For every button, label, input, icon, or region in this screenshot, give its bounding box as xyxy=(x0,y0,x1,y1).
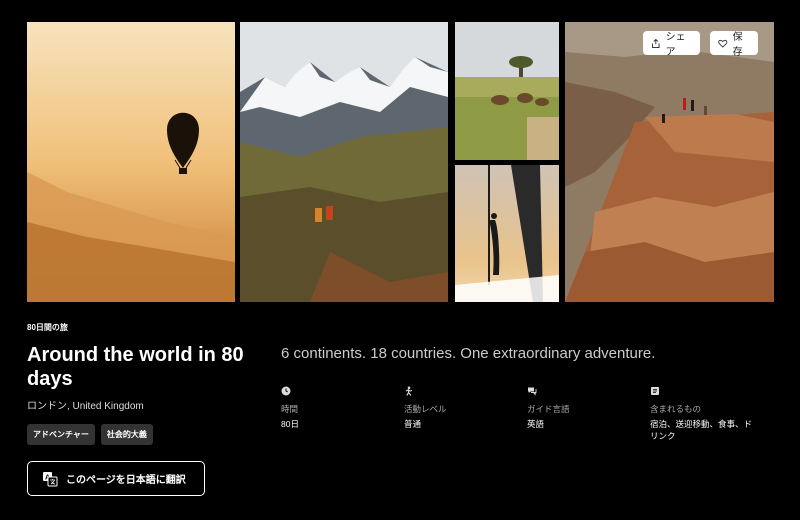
share-icon xyxy=(652,38,660,48)
tag-adventure: アドベンチャー xyxy=(27,424,95,445)
list-icon xyxy=(651,387,659,395)
detail-value: 普通 xyxy=(404,419,422,429)
canyon-image xyxy=(565,22,774,302)
detail-activity-level: 活動レベル 普通 xyxy=(404,386,527,442)
translate-icon: A xyxy=(43,471,58,486)
tag-list: アドベンチャー 社会的大義 xyxy=(27,424,267,445)
activity-icon xyxy=(405,386,413,396)
detail-guide-language: ガイド言語 英語 xyxy=(527,386,650,442)
detail-label: 時間 xyxy=(281,404,299,414)
tag-social-cause: 社会的大義 xyxy=(100,424,153,445)
heart-icon xyxy=(718,39,728,48)
save-button[interactable]: 保存 xyxy=(710,31,758,58)
photo-hot-air-balloon[interactable] xyxy=(27,22,235,302)
photo-sailing-boat[interactable] xyxy=(455,165,559,302)
detail-duration: 時間 80日 xyxy=(281,386,404,442)
detail-value: 宿泊、送迎移動、食事、ドリンク xyxy=(650,419,753,441)
safari-image xyxy=(455,22,559,160)
experience-headline: 6 continents. 18 countries. One extraord… xyxy=(281,345,656,362)
translate-label: このページを日本語に翻訳 xyxy=(66,475,186,486)
share-label: シェア xyxy=(665,32,686,58)
location-text: ロンドン, United Kingdom xyxy=(27,401,144,412)
photo-mountain-hikers[interactable] xyxy=(240,22,448,302)
detail-included: 含まれるもの 宿泊、送迎移動、食事、ドリンク xyxy=(650,386,773,442)
sailing-image xyxy=(455,165,559,302)
clock-icon xyxy=(281,386,291,396)
photo-safari-gazelles[interactable] xyxy=(455,22,559,160)
chat-icon xyxy=(528,387,537,396)
detail-value: 80日 xyxy=(281,419,299,429)
save-label: 保存 xyxy=(732,32,743,58)
photo-gallery[interactable] xyxy=(27,22,774,302)
detail-label: 含まれるもの xyxy=(650,404,702,414)
translate-button[interactable]: A このページを日本語に翻訳 xyxy=(27,461,205,496)
photo-canyon-overlook[interactable] xyxy=(565,22,774,302)
experience-details: 時間 80日 活動レベル 普通 ガイド言語 英語 含まれるもの 宿泊、送迎移動、… xyxy=(281,386,773,442)
page-title: Around the world in 80 days xyxy=(27,344,244,390)
duration-eyebrow: 80日間の旅 xyxy=(27,323,68,332)
mountain-image xyxy=(240,22,448,302)
experience-summary: 80日間の旅 Around the world in 80 days ロンドン,… xyxy=(27,322,267,496)
detail-label: 活動レベル xyxy=(404,404,447,414)
detail-value: 英語 xyxy=(527,419,545,429)
balloon-image xyxy=(27,22,235,302)
share-button[interactable]: シェア xyxy=(643,31,700,58)
detail-label: ガイド言語 xyxy=(527,404,570,414)
